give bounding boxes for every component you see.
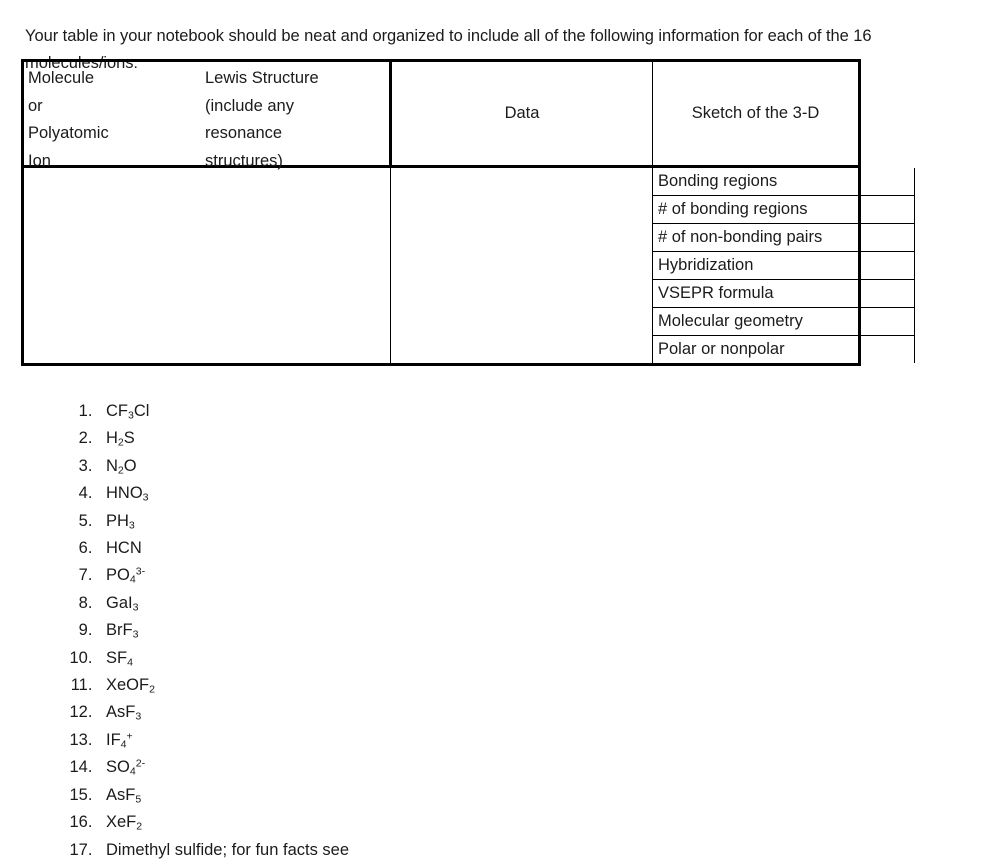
list-item: IF4+ <box>97 727 349 754</box>
header-label-molecule: Molecule or Polyatomic Ion <box>28 69 109 170</box>
list-item: HCN <box>97 535 349 562</box>
molecule-formula-base: HNO <box>106 484 143 503</box>
header-cell-sketch: Sketch of the 3-D <box>652 59 861 168</box>
list-item: PH3 <box>97 508 349 535</box>
molecule-formula-superscript: + <box>126 730 133 743</box>
molecule-formula-tail: S <box>123 429 135 448</box>
molecule-formula-subscript: 3 <box>128 518 135 531</box>
molecule-formula-base: Dimethyl sulfide; for fun facts see <box>106 840 350 859</box>
molecule-formula-subscript: 2 <box>136 820 143 833</box>
molecule-formula-base: SF <box>106 648 128 667</box>
molecule-formula-subscript: 2 <box>149 683 155 696</box>
list-item: GaI3 <box>97 590 349 617</box>
specification-table-wrapper: Molecule or Polyatomic Ion Lewis Structu… <box>21 59 915 366</box>
body-cell-lewis-structure <box>390 166 653 366</box>
data-subrow: Molecular geometry <box>653 307 915 336</box>
molecule-formula-subscript: 3 <box>135 710 142 723</box>
molecule-formula-subscript: 5 <box>135 793 142 805</box>
data-subrow-body: Bonding regions # of bonding regions # of … <box>653 168 915 363</box>
molecule-formula-base: IF <box>106 730 121 749</box>
data-subrow: VSEPR formula <box>653 279 915 308</box>
data-subrow: Hybridization <box>653 251 915 280</box>
molecule-formula-base: AsF <box>106 703 136 722</box>
data-subrow: # of bonding regions <box>653 195 915 224</box>
document-page: Your table in your notebook should be ne… <box>0 0 986 861</box>
molecule-formula-base: SO <box>106 758 130 777</box>
list-item: PO43- <box>97 562 349 589</box>
molecule-formula-base: HCN <box>106 539 142 558</box>
molecule-formula-superscript: 3- <box>135 565 146 578</box>
body-cell-molecule <box>21 166 391 366</box>
header-cell-data: Data <box>390 59 653 168</box>
table-header-row: Molecule or Polyatomic Ion Lewis Structu… <box>21 59 861 170</box>
molecule-formula-subscript: 3 <box>132 601 139 614</box>
data-subrow-label: Molecular geometry <box>653 307 915 336</box>
list-item: XeOF2 <box>97 672 349 699</box>
data-subrow-table: Bonding regions # of bonding regions # of … <box>653 168 915 363</box>
molecule-formula-subscript: 3 <box>142 491 149 504</box>
molecule-formula-subscript: 3 <box>132 628 139 641</box>
data-subrow-label: Bonding regions <box>653 168 915 196</box>
molecule-formula-base: N <box>106 456 118 475</box>
molecule-formula-base: XeF <box>106 813 137 832</box>
molecule-formula-base: XeOF <box>106 676 150 695</box>
list-item: SF4 <box>97 645 349 672</box>
header-label-lewis-structure: Lewis Structure (include any resonance s… <box>205 69 319 170</box>
data-subrow: Bonding regions <box>653 168 915 196</box>
molecule-formula-tail: Cl <box>133 402 150 420</box>
molecule-formula-base: H <box>106 429 118 448</box>
molecule-formula-superscript: 2- <box>135 757 146 770</box>
molecule-formula-base: PO <box>106 566 130 585</box>
molecule-list: CF3ClH2SN2OHNO3PH3HCNPO43-GaI3BrF3SF4XeO… <box>22 398 349 864</box>
list-item: N2O <box>97 453 349 480</box>
body-cell-data: Bonding regions # of bonding regions # of … <box>652 166 915 366</box>
list-item: AsF5 <box>97 782 349 809</box>
list-item: XeF2 <box>97 809 349 836</box>
specification-table: Molecule or Polyatomic Ion Lewis Structu… <box>21 59 915 366</box>
list-item: Dimethyl sulfide; for fun facts see <box>97 837 349 864</box>
header-cell-molecule-lewis: Molecule or Polyatomic Ion Lewis Structu… <box>21 59 392 170</box>
list-item: H2S <box>97 425 349 452</box>
molecule-formula-base: PH <box>106 511 129 530</box>
list-item: AsF3 <box>97 699 349 726</box>
list-item: SO42- <box>97 754 349 781</box>
molecule-formula-base: GaI <box>106 593 133 612</box>
molecule-formula-subscript: 4 <box>127 655 133 668</box>
data-subrow-label: # of non-bonding pairs <box>653 223 915 252</box>
molecule-formula-base: AsF <box>106 785 136 804</box>
list-item: HNO3 <box>97 480 349 507</box>
data-subrow-label: Polar or nonpolar <box>653 335 915 363</box>
list-item: CF3Cl <box>97 398 349 425</box>
data-subrow-label: VSEPR formula <box>653 279 915 308</box>
data-subrow-label: # of bonding regions <box>653 195 915 224</box>
list-item: BrF3 <box>97 617 349 644</box>
data-subrow: # of non-bonding pairs <box>653 223 915 252</box>
molecule-formula-base: CF <box>106 402 128 420</box>
molecule-formula-tail: O <box>123 456 137 475</box>
data-subrow: Polar or nonpolar <box>653 335 915 363</box>
data-subrow-label: Hybridization <box>653 251 915 280</box>
molecule-formula-base: BrF <box>106 621 133 640</box>
table-body-row: Bonding regions # of bonding regions # of … <box>21 166 915 366</box>
